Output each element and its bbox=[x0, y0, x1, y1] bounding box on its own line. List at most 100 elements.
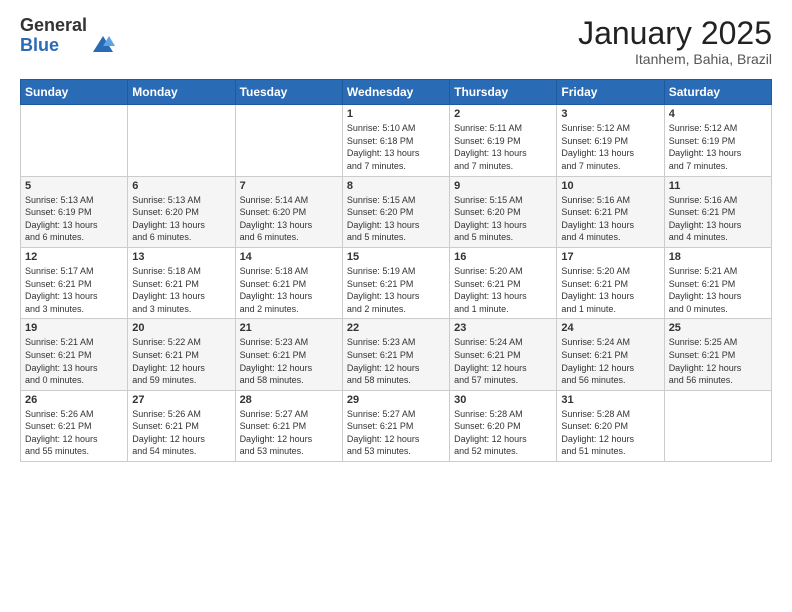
calendar-cell: 14 Sunrise: 5:18 AM Sunset: 6:21 PM Dayli… bbox=[235, 247, 342, 318]
calendar-cell: 19Sunrise: 5:21 AM Sunset: 6:21 PM Dayli… bbox=[21, 319, 128, 390]
day-info: Sunrise: 5:24 AM Sunset: 6:21 PM Dayligh… bbox=[561, 336, 659, 386]
calendar-cell: 23 Sunrise: 5:24 AM Sunset: 6:21 PM Dayli… bbox=[450, 319, 557, 390]
day-info: Sunrise: 5:23 AM Sunset: 6:21 PM Dayligh… bbox=[240, 336, 338, 386]
calendar-cell: 10Sunrise: 5:16 AM Sunset: 6:21 PM Dayli… bbox=[557, 176, 664, 247]
calendar-cell bbox=[664, 390, 771, 461]
title-block: January 2025 Itanhem, Bahia, Brazil bbox=[578, 16, 772, 67]
day-info: Sunrise: 5:23 AM Sunset: 6:21 PM Dayligh… bbox=[347, 336, 445, 386]
calendar-day-header: Wednesday bbox=[342, 80, 449, 105]
day-number: 20 bbox=[132, 322, 230, 334]
day-info: Sunrise: 5:18 AM Sunset: 6:21 PM Dayligh… bbox=[240, 265, 338, 315]
calendar-cell: 17 Sunrise: 5:20 AM Sunset: 6:21 PM Dayli… bbox=[557, 247, 664, 318]
logo-general: General bbox=[20, 16, 87, 36]
day-number: 24 bbox=[561, 322, 659, 334]
logo-blue: Blue bbox=[20, 36, 87, 56]
calendar-cell: 11 Sunrise: 5:16 AM Sunset: 6:21 PM Dayli… bbox=[664, 176, 771, 247]
calendar-cell: 9 Sunrise: 5:15 AM Sunset: 6:20 PM Daylig… bbox=[450, 176, 557, 247]
day-number: 19 bbox=[25, 322, 123, 334]
calendar-week-row: 26 Sunrise: 5:26 AM Sunset: 6:21 PM Dayli… bbox=[21, 390, 772, 461]
day-info: Sunrise: 5:19 AM Sunset: 6:21 PM Dayligh… bbox=[347, 265, 445, 315]
calendar-week-row: 12Sunrise: 5:17 AM Sunset: 6:21 PM Dayli… bbox=[21, 247, 772, 318]
calendar-cell bbox=[235, 105, 342, 176]
calendar-cell: 3 Sunrise: 5:12 AM Sunset: 6:19 PM Daylig… bbox=[557, 105, 664, 176]
logo: General Blue bbox=[20, 16, 117, 56]
day-info: Sunrise: 5:10 AM Sunset: 6:18 PM Dayligh… bbox=[347, 122, 445, 172]
day-info: Sunrise: 5:27 AM Sunset: 6:21 PM Dayligh… bbox=[240, 408, 338, 458]
calendar-cell: 2Sunrise: 5:11 AM Sunset: 6:19 PM Daylig… bbox=[450, 105, 557, 176]
calendar-cell: 16 Sunrise: 5:20 AM Sunset: 6:21 PM Dayli… bbox=[450, 247, 557, 318]
day-info: Sunrise: 5:16 AM Sunset: 6:21 PM Dayligh… bbox=[669, 194, 767, 244]
day-number: 1 bbox=[347, 108, 445, 120]
logo-text: General Blue bbox=[20, 16, 87, 56]
day-info: Sunrise: 5:12 AM Sunset: 6:19 PM Dayligh… bbox=[669, 122, 767, 172]
day-number: 9 bbox=[454, 180, 552, 192]
day-number: 11 bbox=[669, 180, 767, 192]
calendar-day-header: Thursday bbox=[450, 80, 557, 105]
day-number: 23 bbox=[454, 322, 552, 334]
logo-icon bbox=[89, 28, 117, 56]
day-number: 28 bbox=[240, 394, 338, 406]
day-number: 17 bbox=[561, 251, 659, 263]
day-number: 27 bbox=[132, 394, 230, 406]
calendar-week-row: 1 Sunrise: 5:10 AM Sunset: 6:18 PM Daylig… bbox=[21, 105, 772, 176]
calendar-cell: 27 Sunrise: 5:26 AM Sunset: 6:21 PM Dayli… bbox=[128, 390, 235, 461]
day-number: 29 bbox=[347, 394, 445, 406]
calendar-header-row: SundayMondayTuesdayWednesdayThursdayFrid… bbox=[21, 80, 772, 105]
day-info: Sunrise: 5:27 AM Sunset: 6:21 PM Dayligh… bbox=[347, 408, 445, 458]
day-info: Sunrise: 5:15 AM Sunset: 6:20 PM Dayligh… bbox=[347, 194, 445, 244]
day-info: Sunrise: 5:15 AM Sunset: 6:20 PM Dayligh… bbox=[454, 194, 552, 244]
calendar-cell bbox=[21, 105, 128, 176]
day-number: 5 bbox=[25, 180, 123, 192]
day-number: 8 bbox=[347, 180, 445, 192]
calendar-cell: 7Sunrise: 5:14 AM Sunset: 6:20 PM Daylig… bbox=[235, 176, 342, 247]
day-info: Sunrise: 5:24 AM Sunset: 6:21 PM Dayligh… bbox=[454, 336, 552, 386]
calendar-cell: 29 Sunrise: 5:27 AM Sunset: 6:21 PM Dayli… bbox=[342, 390, 449, 461]
calendar-cell: 24 Sunrise: 5:24 AM Sunset: 6:21 PM Dayli… bbox=[557, 319, 664, 390]
day-info: Sunrise: 5:16 AM Sunset: 6:21 PM Dayligh… bbox=[561, 194, 659, 244]
day-number: 14 bbox=[240, 251, 338, 263]
day-number: 3 bbox=[561, 108, 659, 120]
day-info: Sunrise: 5:11 AM Sunset: 6:19 PM Dayligh… bbox=[454, 122, 552, 172]
calendar-cell: 6 Sunrise: 5:13 AM Sunset: 6:20 PM Daylig… bbox=[128, 176, 235, 247]
day-number: 18 bbox=[669, 251, 767, 263]
page: General Blue January 2025 Itanhem, Bahia… bbox=[0, 0, 792, 478]
calendar-cell: 26 Sunrise: 5:26 AM Sunset: 6:21 PM Dayli… bbox=[21, 390, 128, 461]
day-info: Sunrise: 5:20 AM Sunset: 6:21 PM Dayligh… bbox=[561, 265, 659, 315]
calendar-week-row: 19Sunrise: 5:21 AM Sunset: 6:21 PM Dayli… bbox=[21, 319, 772, 390]
calendar: SundayMondayTuesdayWednesdayThursdayFrid… bbox=[20, 79, 772, 462]
day-info: Sunrise: 5:25 AM Sunset: 6:21 PM Dayligh… bbox=[669, 336, 767, 386]
day-info: Sunrise: 5:21 AM Sunset: 6:21 PM Dayligh… bbox=[669, 265, 767, 315]
day-info: Sunrise: 5:20 AM Sunset: 6:21 PM Dayligh… bbox=[454, 265, 552, 315]
day-info: Sunrise: 5:28 AM Sunset: 6:20 PM Dayligh… bbox=[561, 408, 659, 458]
day-info: Sunrise: 5:26 AM Sunset: 6:21 PM Dayligh… bbox=[132, 408, 230, 458]
calendar-cell: 30Sunrise: 5:28 AM Sunset: 6:20 PM Dayli… bbox=[450, 390, 557, 461]
calendar-week-row: 5 Sunrise: 5:13 AM Sunset: 6:19 PM Daylig… bbox=[21, 176, 772, 247]
header: General Blue January 2025 Itanhem, Bahia… bbox=[20, 16, 772, 67]
calendar-cell: 15 Sunrise: 5:19 AM Sunset: 6:21 PM Dayli… bbox=[342, 247, 449, 318]
day-info: Sunrise: 5:13 AM Sunset: 6:20 PM Dayligh… bbox=[132, 194, 230, 244]
day-number: 4 bbox=[669, 108, 767, 120]
day-number: 26 bbox=[25, 394, 123, 406]
day-info: Sunrise: 5:26 AM Sunset: 6:21 PM Dayligh… bbox=[25, 408, 123, 458]
calendar-cell: 28 Sunrise: 5:27 AM Sunset: 6:21 PM Dayli… bbox=[235, 390, 342, 461]
calendar-cell: 20 Sunrise: 5:22 AM Sunset: 6:21 PM Dayli… bbox=[128, 319, 235, 390]
day-info: Sunrise: 5:18 AM Sunset: 6:21 PM Dayligh… bbox=[132, 265, 230, 315]
calendar-cell: 21 Sunrise: 5:23 AM Sunset: 6:21 PM Dayli… bbox=[235, 319, 342, 390]
day-number: 22 bbox=[347, 322, 445, 334]
calendar-cell bbox=[128, 105, 235, 176]
month-title: January 2025 bbox=[578, 16, 772, 51]
day-info: Sunrise: 5:17 AM Sunset: 6:21 PM Dayligh… bbox=[25, 265, 123, 315]
day-number: 21 bbox=[240, 322, 338, 334]
calendar-day-header: Sunday bbox=[21, 80, 128, 105]
day-number: 13 bbox=[132, 251, 230, 263]
calendar-cell: 13 Sunrise: 5:18 AM Sunset: 6:21 PM Dayli… bbox=[128, 247, 235, 318]
location: Itanhem, Bahia, Brazil bbox=[578, 51, 772, 67]
day-number: 16 bbox=[454, 251, 552, 263]
day-number: 15 bbox=[347, 251, 445, 263]
day-info: Sunrise: 5:13 AM Sunset: 6:19 PM Dayligh… bbox=[25, 194, 123, 244]
calendar-day-header: Friday bbox=[557, 80, 664, 105]
day-info: Sunrise: 5:12 AM Sunset: 6:19 PM Dayligh… bbox=[561, 122, 659, 172]
day-number: 6 bbox=[132, 180, 230, 192]
calendar-day-header: Saturday bbox=[664, 80, 771, 105]
day-info: Sunrise: 5:22 AM Sunset: 6:21 PM Dayligh… bbox=[132, 336, 230, 386]
